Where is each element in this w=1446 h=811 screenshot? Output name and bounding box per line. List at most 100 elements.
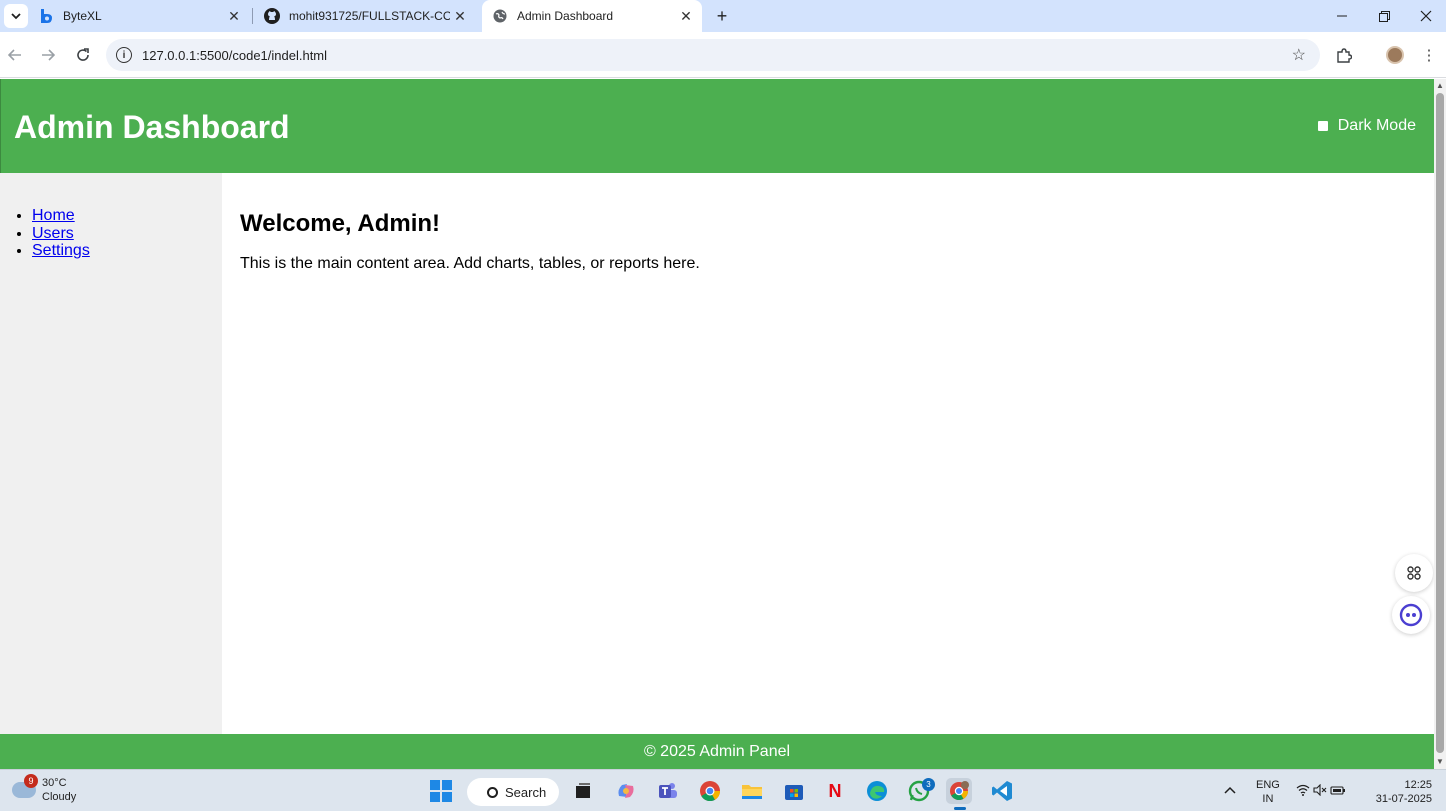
scroll-up-arrow-icon[interactable]: ▲ — [1436, 82, 1444, 90]
sidebar-item-users: Users — [32, 225, 90, 243]
address-bar[interactable]: i 127.0.0.1:5500/code1/indel.html ☆ — [106, 39, 1320, 71]
kebab-menu-icon: ⋮ — [1421, 47, 1437, 64]
vscode-icon — [992, 781, 1012, 801]
browser-tab-bytexl[interactable]: ByteXL ✕ — [28, 0, 250, 32]
new-tab-button[interactable]: + — [710, 4, 734, 28]
language-indicator[interactable]: ENG IN — [1256, 778, 1280, 806]
minimize-button[interactable] — [1320, 0, 1364, 32]
language-code: ENG — [1256, 779, 1280, 791]
edge-icon — [867, 781, 887, 801]
speaker-muted-icon — [1313, 783, 1327, 797]
close-icon[interactable]: ✕ — [676, 6, 696, 26]
microsoft-store-app[interactable] — [781, 778, 807, 804]
sidebar-nav-list: Home Users Settings — [32, 207, 90, 260]
folder-icon — [742, 785, 762, 799]
scroll-down-arrow-icon[interactable]: ▼ — [1436, 758, 1444, 766]
command-key-icon — [1407, 566, 1421, 580]
main-description: This is the main content area. Add chart… — [240, 255, 700, 272]
dark-mode-label: Dark Mode — [1337, 117, 1416, 134]
search-icon — [487, 786, 498, 798]
sidebar-item-home: Home — [32, 207, 90, 225]
tab-title: ByteXL — [63, 9, 102, 23]
chrome-profile-icon — [950, 781, 969, 801]
profile-avatar[interactable] — [1386, 46, 1404, 64]
browser-tab-github[interactable]: mohit931725/FULLSTACK-CON ✕ — [254, 0, 476, 32]
sidebar-apps-button[interactable] — [1395, 554, 1433, 592]
task-view-button[interactable] — [570, 778, 596, 804]
netflix-app[interactable]: N — [822, 778, 848, 804]
language-region: IN — [1262, 793, 1274, 805]
teams-app[interactable] — [655, 778, 681, 804]
vscode-app[interactable] — [989, 778, 1015, 804]
system-status-group[interactable] — [1296, 783, 1346, 800]
close-icon[interactable]: ✕ — [450, 6, 470, 26]
restore-button[interactable] — [1362, 0, 1406, 32]
close-icon — [1420, 10, 1432, 22]
dark-mode-toggle[interactable]: Dark Mode — [1317, 117, 1416, 135]
store-icon — [785, 785, 803, 800]
reload-icon — [77, 48, 89, 61]
teams-icon — [659, 783, 677, 798]
edge-app[interactable] — [864, 778, 890, 804]
main-content: Welcome, Admin! This is the main content… — [222, 173, 1434, 734]
tab-title: Admin Dashboard — [517, 9, 614, 23]
weather-widget[interactable]: 9 30°C Cloudy — [12, 774, 77, 804]
windows-taskbar: 9 30°C Cloudy Search N 3 ENG IN 12:25 31… — [0, 769, 1446, 811]
cloud-icon: 9 — [12, 774, 38, 798]
wifi-icon — [1296, 784, 1310, 796]
restore-icon — [1378, 10, 1390, 22]
extensions-button[interactable] — [1331, 42, 1357, 68]
show-hidden-icons-button[interactable] — [1224, 778, 1236, 800]
minimize-icon — [1337, 15, 1347, 17]
tab-search-button[interactable] — [4, 4, 28, 28]
start-button[interactable] — [428, 778, 454, 804]
dark-mode-checkbox[interactable] — [1317, 121, 1328, 131]
whatsapp-notification-badge: 3 — [922, 778, 935, 791]
chrome-app[interactable] — [697, 778, 723, 804]
reload-button[interactable] — [70, 42, 96, 68]
copilot-app[interactable] — [613, 778, 639, 804]
site-info-icon[interactable]: i — [116, 47, 132, 63]
close-icon[interactable]: ✕ — [224, 6, 244, 26]
plus-icon: + — [716, 5, 728, 26]
taskbar-search[interactable]: Search — [467, 778, 559, 806]
clock-date: 31-07-2025 — [1375, 793, 1432, 805]
task-view-icon — [576, 783, 590, 798]
browser-menu-button[interactable]: ⋮ — [1416, 42, 1442, 68]
page-viewport: Admin Dashboard Dark Mode Home Users Set… — [0, 79, 1434, 769]
forward-button[interactable] — [35, 42, 61, 68]
url-text[interactable]: 127.0.0.1:5500/code1/indel.html — [142, 48, 1292, 63]
browser-tab-admin-dashboard[interactable]: Admin Dashboard ✕ — [482, 0, 702, 32]
tab-title: mohit931725/FULLSTACK-CON — [289, 9, 450, 23]
bytexl-b-icon — [38, 8, 54, 24]
sidebar-link-users[interactable]: Users — [32, 225, 74, 242]
weather-temperature: 30°C — [42, 777, 67, 789]
ai-assistant-button[interactable] — [1392, 596, 1430, 634]
puzzle-icon — [1337, 48, 1352, 63]
system-clock[interactable]: 12:25 31-07-2025 — [1376, 778, 1432, 806]
weather-condition: Cloudy — [42, 791, 77, 803]
windows-logo-icon — [430, 780, 452, 802]
scrollbar-thumb[interactable] — [1436, 93, 1444, 753]
chrome-icon — [700, 781, 721, 802]
browser-toolbar: i 127.0.0.1:5500/code1/indel.html ☆ ⋮ — [0, 32, 1446, 78]
battery-icon — [1330, 786, 1346, 795]
arrow-left-icon — [8, 49, 21, 61]
close-window-button[interactable] — [1404, 0, 1446, 32]
chrome-app-active[interactable] — [946, 778, 972, 804]
netflix-n-icon: N — [828, 780, 842, 801]
back-button[interactable] — [2, 42, 28, 68]
sidebar-link-settings[interactable]: Settings — [32, 242, 90, 259]
page-scrollbar[interactable]: ▲ ▼ — [1434, 79, 1446, 769]
sidebar-link-home[interactable]: Home — [32, 207, 75, 224]
tab-separator — [252, 8, 253, 24]
sidebar-item-settings: Settings — [32, 242, 90, 260]
file-explorer-app[interactable] — [739, 778, 765, 804]
bookmark-star-icon[interactable]: ☆ — [1292, 45, 1306, 65]
clock-time: 12:25 — [1404, 779, 1432, 791]
browser-tabstrip: ByteXL ✕ mohit931725/FULLSTACK-CON ✕ Adm… — [0, 0, 1446, 32]
chevron-down-icon — [11, 13, 21, 20]
footer-text: © 2025 Admin Panel — [643, 742, 791, 760]
page-footer: © 2025 Admin Panel — [0, 734, 1434, 769]
globe-icon — [492, 8, 508, 24]
